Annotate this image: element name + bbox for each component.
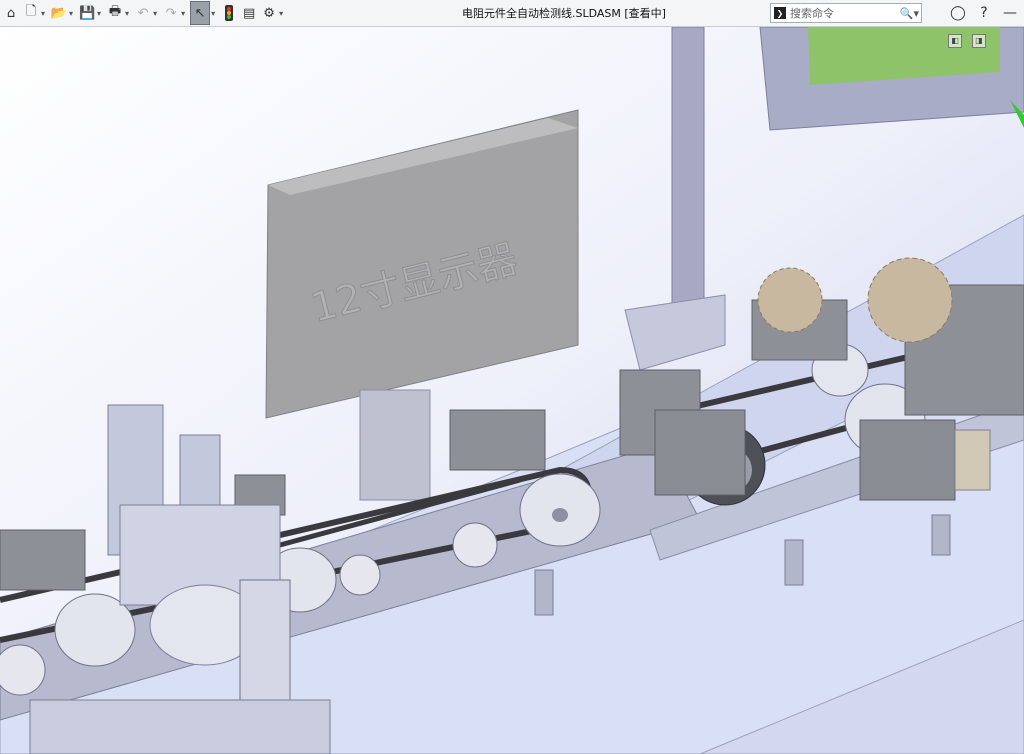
undo-dropdown-icon[interactable]: ▾	[153, 9, 157, 18]
viewport-controls: ◧ ◨	[938, 34, 986, 48]
bearing-block-1	[449, 409, 546, 471]
document-title: 电阻元件全自动检测线.SLDASM [查看中]	[462, 7, 666, 20]
drilled-plate	[239, 579, 291, 701]
pulley-1-hub	[552, 508, 568, 522]
new-document-icon[interactable]: 🗋	[22, 2, 40, 24]
options-dropdown-icon[interactable]: ▾	[279, 9, 283, 18]
rebuild-traffic-light-icon[interactable]	[220, 2, 238, 24]
roller-1	[452, 522, 498, 568]
monitor-column	[671, 27, 705, 333]
gear-2	[867, 257, 953, 343]
print-icon[interactable]: 🖶	[106, 2, 124, 24]
support-leg-2	[784, 539, 804, 586]
sensor-mount	[179, 434, 221, 506]
save-icon[interactable]: 💾	[78, 2, 96, 24]
maximize-viewport-icon[interactable]: ◨	[972, 34, 986, 48]
base-fixture	[29, 699, 331, 754]
graphics-viewport[interactable]: 12寸显示器	[0, 27, 1024, 754]
gear-1	[757, 267, 823, 333]
roller-2	[339, 554, 381, 596]
redo-dropdown-icon[interactable]: ▾	[181, 9, 185, 18]
support-leg-3	[931, 514, 951, 556]
user-account-icon[interactable]: ◯	[948, 3, 968, 23]
title-bar: ⌂ 🗋 ▾ 📂 ▾ 💾 ▾ 🖶 ▾ ↶ ▾ ↷ ▾ ↖ ▾ ▤ ⚙ ▾ 电阻元件全自动检测线.S…	[0, 0, 1024, 27]
select-dropdown-icon[interactable]: ▾	[211, 9, 215, 18]
restore-viewport-icon[interactable]: ◧	[948, 34, 962, 48]
support-leg-1	[534, 569, 554, 616]
file-properties-icon[interactable]: ▤	[240, 2, 258, 24]
bearing-block-4	[859, 419, 956, 501]
bearing-block-7	[0, 529, 86, 591]
search-commands-input[interactable]: ❯ 搜索命令 🔍▾	[770, 3, 922, 23]
select-cursor-icon[interactable]: ↖	[190, 1, 211, 25]
command-prompt-icon: ❯	[774, 7, 786, 19]
print-dropdown-icon[interactable]: ▾	[125, 9, 129, 18]
pulley-7	[0, 644, 46, 696]
help-icon[interactable]: ?	[974, 3, 994, 23]
search-placeholder: 搜索命令	[790, 7, 834, 20]
minimize-icon[interactable]: —	[1000, 3, 1020, 23]
open-dropdown-icon[interactable]: ▾	[69, 9, 73, 18]
save-dropdown-icon[interactable]: ▾	[97, 9, 101, 18]
redo-icon[interactable]: ↷	[162, 2, 180, 24]
undo-icon[interactable]: ↶	[134, 2, 152, 24]
bracket-right	[954, 429, 991, 491]
bearing-block-3	[654, 409, 746, 496]
options-gear-icon[interactable]: ⚙	[260, 2, 278, 24]
home-icon[interactable]: ⌂	[2, 2, 20, 24]
search-icon[interactable]: 🔍▾	[900, 7, 919, 20]
open-folder-icon[interactable]: 📂	[50, 2, 68, 24]
sign-post	[359, 389, 431, 501]
new-dropdown-icon[interactable]: ▾	[41, 9, 45, 18]
